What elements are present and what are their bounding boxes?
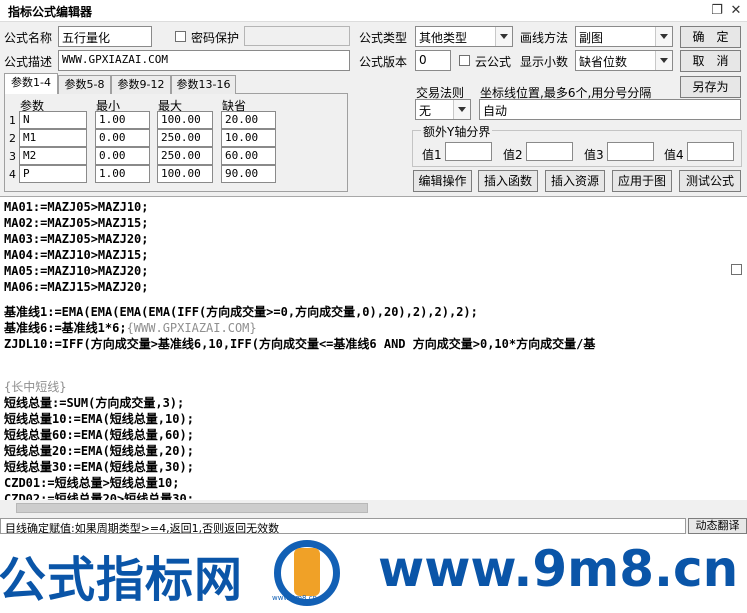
draw-method-label: 画线方法: [520, 31, 569, 45]
code-editor[interactable]: MA01:=MAZJ05>MAZJ10; MA02:=MAZJ05>MAZJ15…: [0, 196, 747, 506]
editor-side-checkbox[interactable]: [731, 264, 742, 275]
formula-version-input[interactable]: 0: [415, 50, 451, 71]
watermark-right-text: www.9m8.cn: [378, 540, 739, 598]
formula-name-input[interactable]: 五行量化: [58, 26, 152, 47]
tab-params-9-12[interactable]: 参数9-12: [111, 75, 171, 94]
param-default-input[interactable]: 20.00: [221, 111, 276, 129]
close-icon[interactable]: ✕: [727, 2, 745, 19]
formula-name-label: 公式名称: [4, 31, 53, 45]
logo-small-text: www.9m8.cn: [272, 594, 317, 602]
param-default-input[interactable]: 90.00: [221, 165, 276, 183]
param-name-input[interactable]: M2: [19, 147, 87, 165]
code-line: MA06:=MAZJ15>MAZJ20;: [4, 280, 149, 294]
code-comment: {WWW.GPXIAZAI.COM}: [126, 321, 257, 335]
value3-label: 值3: [584, 148, 604, 162]
save-as-button[interactable]: 另存为: [680, 76, 741, 98]
param-name-input[interactable]: P: [19, 165, 87, 183]
status-bar: 目线确定赋值:如果周期类型>=4,返回1,否则返回无效数: [0, 518, 686, 534]
value1-label: 值1: [422, 148, 442, 162]
formula-version-label: 公式版本: [359, 55, 408, 69]
extra-y-axis-label: 额外Y轴分界: [421, 123, 493, 140]
insert-resource-button[interactable]: 插入资源: [545, 170, 605, 192]
decimal-value: 缺省位数: [579, 55, 628, 69]
password-label: 密码保护: [191, 31, 240, 45]
param-row-index: 4: [9, 168, 16, 181]
param-default-input[interactable]: 10.00: [221, 129, 276, 147]
value3-input[interactable]: [607, 142, 654, 161]
password-input[interactable]: [244, 26, 350, 46]
code-line: ZJDL10:=IFF(方向成交量>基准线6,10,IFF(方向成交量<=基准线…: [4, 337, 596, 351]
dynamic-translate-button[interactable]: 动态翻译: [688, 518, 747, 534]
scrollbar-thumb[interactable]: [16, 503, 368, 513]
cloud-formula-checkbox[interactable]: [459, 55, 470, 66]
decimal-label: 显示小数: [520, 55, 569, 69]
code-line: 基准线6:=基准线1*6;{WWW.GPXIAZAI.COM}: [4, 319, 257, 336]
param-row-index: 2: [9, 132, 16, 145]
param-max-input[interactable]: 100.00: [157, 111, 213, 129]
chevron-down-icon: [495, 27, 512, 46]
formula-desc-input[interactable]: WWW.GPXIAZAI.COM: [58, 50, 350, 71]
code-line: 基准线1:=EMA(EMA(EMA(EMA(IFF(方向成交量>=0,方向成交量…: [4, 305, 478, 319]
param-min-input[interactable]: 0.00: [95, 147, 150, 165]
code-line: MA03:=MAZJ05>MAZJ20;: [4, 232, 149, 246]
password-checkbox[interactable]: [175, 31, 186, 42]
code-statement: 基准线6:=基准线1*6;: [4, 321, 127, 335]
decimal-select[interactable]: 缺省位数: [575, 50, 673, 71]
formula-type-label: 公式类型: [359, 31, 408, 45]
chevron-down-icon: [655, 51, 672, 70]
param-max-input[interactable]: 250.00: [157, 147, 213, 165]
value2-input[interactable]: [526, 142, 573, 161]
code-line: MA01:=MAZJ05>MAZJ10;: [4, 200, 149, 214]
value1-input[interactable]: [445, 142, 492, 161]
insert-function-button[interactable]: 插入函数: [478, 170, 538, 192]
code-line: 短线总量10:=EMA(短线总量,10);: [4, 412, 194, 426]
value4-input[interactable]: [687, 142, 734, 161]
code-line: MA04:=MAZJ10>MAZJ15;: [4, 248, 149, 262]
formula-desc-label: 公式描述: [4, 55, 53, 69]
edit-operation-button[interactable]: 编辑操作: [413, 170, 472, 192]
draw-method-select[interactable]: 副图: [575, 26, 673, 47]
chevron-down-icon: [655, 27, 672, 46]
tab-params-5-8[interactable]: 参数5-8: [58, 75, 111, 94]
watermark-left-text: 公式指标网: [0, 552, 244, 608]
formula-type-value: 其他类型: [419, 31, 468, 45]
param-row-index: 3: [9, 150, 16, 163]
tab-params-1-4[interactable]: 参数1-4: [4, 73, 58, 94]
code-line: MA05:=MAZJ10>MAZJ20;: [4, 264, 149, 278]
param-name-input[interactable]: N: [19, 111, 87, 129]
param-min-input[interactable]: 1.00: [95, 165, 150, 183]
code-line: 短线总量:=SUM(方向成交量,3);: [4, 396, 185, 410]
code-line: MA02:=MAZJ05>MAZJ15;: [4, 216, 149, 230]
tab-params-13-16[interactable]: 参数13-16: [171, 75, 236, 94]
ok-button[interactable]: 确 定: [680, 26, 741, 48]
code-line: CZD01:=短线总量>短线总量10;: [4, 476, 180, 490]
cloud-formula-label: 云公式: [475, 55, 512, 69]
param-max-input[interactable]: 250.00: [157, 129, 213, 147]
code-line: 短线总量30:=EMA(短线总量,30);: [4, 460, 194, 474]
trade-rule-value: 无: [419, 104, 432, 118]
value4-label: 值4: [664, 148, 684, 162]
trade-rule-select[interactable]: 无: [415, 99, 471, 120]
formula-type-select[interactable]: 其他类型: [415, 26, 513, 47]
code-line: 短线总量20:=EMA(短线总量,20);: [4, 444, 194, 458]
logo-core-icon: [294, 548, 320, 596]
param-default-input[interactable]: 60.00: [221, 147, 276, 165]
code-comment: {长中短线}: [4, 380, 67, 394]
param-row-index: 1: [9, 114, 16, 127]
test-formula-button[interactable]: 测试公式: [679, 170, 741, 192]
window-title: 指标公式编辑器: [8, 5, 93, 19]
apply-to-chart-button[interactable]: 应用于图: [612, 170, 672, 192]
draw-method-value: 副图: [579, 31, 604, 45]
title-bar: [0, 0, 747, 22]
cancel-button[interactable]: 取 消: [680, 50, 741, 72]
chevron-down-icon: [453, 100, 470, 119]
param-min-input[interactable]: 1.00: [95, 111, 150, 129]
code-line: 短线总量60:=EMA(短线总量,60);: [4, 428, 194, 442]
param-name-input[interactable]: M1: [19, 129, 87, 147]
param-max-input[interactable]: 100.00: [157, 165, 213, 183]
restore-icon[interactable]: ❐: [708, 2, 726, 19]
value2-label: 值2: [503, 148, 523, 162]
param-min-input[interactable]: 0.00: [95, 129, 150, 147]
coord-line-input[interactable]: 自动: [479, 99, 741, 120]
